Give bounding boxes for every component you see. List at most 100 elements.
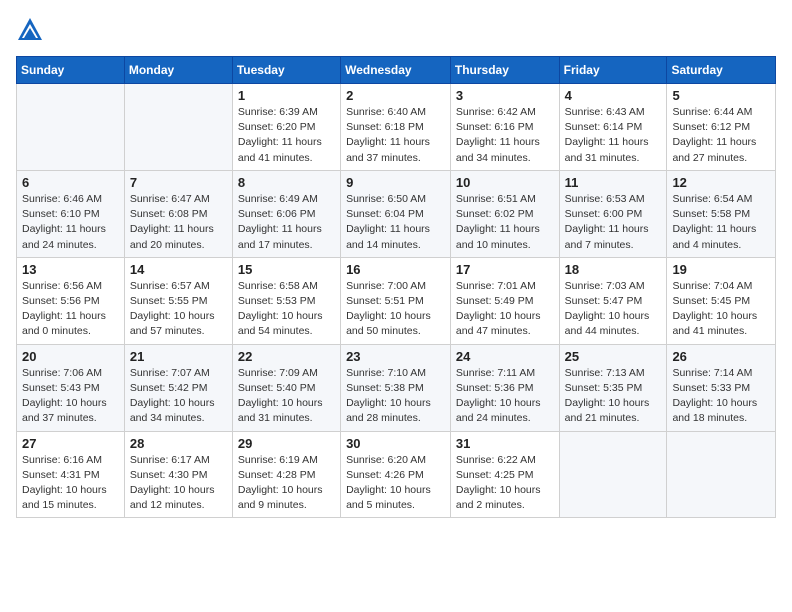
day-info: Sunrise: 6:42 AM Sunset: 6:16 PM Dayligh… (456, 105, 554, 166)
day-header-thursday: Thursday (450, 57, 559, 84)
day-cell: 6Sunrise: 6:46 AM Sunset: 6:10 PM Daylig… (17, 170, 125, 257)
day-header-wednesday: Wednesday (341, 57, 451, 84)
day-number: 21 (130, 349, 227, 364)
day-info: Sunrise: 6:20 AM Sunset: 4:26 PM Dayligh… (346, 453, 445, 514)
day-info: Sunrise: 6:51 AM Sunset: 6:02 PM Dayligh… (456, 192, 554, 253)
day-info: Sunrise: 7:01 AM Sunset: 5:49 PM Dayligh… (456, 279, 554, 340)
day-cell (17, 84, 125, 171)
day-info: Sunrise: 6:39 AM Sunset: 6:20 PM Dayligh… (238, 105, 335, 166)
day-cell: 2 Sunrise: 6:40 AM Sunset: 6:18 PM Daylig… (341, 84, 451, 171)
day-cell: 12 Sunrise: 6:54 AM Sunset: 5:58 PM Dayli… (667, 170, 776, 257)
day-number: 20 (22, 349, 119, 364)
day-cell: 5 Sunrise: 6:44 AM Sunset: 6:12 PM Daylig… (667, 84, 776, 171)
day-number: 12 (672, 175, 770, 190)
day-cell: 9 Sunrise: 6:50 AM Sunset: 6:04 PM Daylig… (341, 170, 451, 257)
day-header-sunday: Sunday (17, 57, 125, 84)
day-info: Sunrise: 6:47 AM Sunset: 6:08 PM Dayligh… (130, 192, 227, 253)
day-cell: 1 Sunrise: 6:39 AM Sunset: 6:20 PM Daylig… (232, 84, 340, 171)
day-cell (667, 431, 776, 518)
day-info: Sunrise: 7:11 AM Sunset: 5:36 PM Dayligh… (456, 366, 554, 427)
day-info: Sunrise: 6:40 AM Sunset: 6:18 PM Dayligh… (346, 105, 445, 166)
day-cell: 3 Sunrise: 6:42 AM Sunset: 6:16 PM Daylig… (450, 84, 559, 171)
day-number: 22 (238, 349, 335, 364)
day-cell: 13Sunrise: 6:56 AM Sunset: 5:56 PM Dayli… (17, 257, 125, 344)
day-info: Sunrise: 7:03 AM Sunset: 5:47 PM Dayligh… (565, 279, 662, 340)
day-number: 8 (238, 175, 335, 190)
day-cell: 26 Sunrise: 7:14 AM Sunset: 5:33 PM Dayli… (667, 344, 776, 431)
day-number: 10 (456, 175, 554, 190)
day-number: 5 (672, 88, 770, 103)
day-cell: 16Sunrise: 7:00 AM Sunset: 5:51 PM Dayli… (341, 257, 451, 344)
day-info: Sunrise: 6:53 AM Sunset: 6:00 PM Dayligh… (565, 192, 662, 253)
day-info: Sunrise: 6:22 AM Sunset: 4:25 PM Dayligh… (456, 453, 554, 514)
day-number: 1 (238, 88, 335, 103)
day-info: Sunrise: 6:19 AM Sunset: 4:28 PM Dayligh… (238, 453, 335, 514)
page-header (16, 16, 776, 44)
day-info: Sunrise: 7:14 AM Sunset: 5:33 PM Dayligh… (672, 366, 770, 427)
day-number: 29 (238, 436, 335, 451)
logo (16, 16, 48, 44)
day-number: 26 (672, 349, 770, 364)
day-cell: 14 Sunrise: 6:57 AM Sunset: 5:55 PM Dayli… (124, 257, 232, 344)
day-number: 3 (456, 88, 554, 103)
day-info: Sunrise: 6:58 AM Sunset: 5:53 PM Dayligh… (238, 279, 335, 340)
days-header-row: SundayMondayTuesdayWednesdayThursdayFrid… (17, 57, 776, 84)
day-info: Sunrise: 6:43 AM Sunset: 6:14 PM Dayligh… (565, 105, 662, 166)
day-info: Sunrise: 6:17 AM Sunset: 4:30 PM Dayligh… (130, 453, 227, 514)
week-row-2: 6Sunrise: 6:46 AM Sunset: 6:10 PM Daylig… (17, 170, 776, 257)
day-cell: 7 Sunrise: 6:47 AM Sunset: 6:08 PM Daylig… (124, 170, 232, 257)
day-number: 19 (672, 262, 770, 277)
day-cell: 15 Sunrise: 6:58 AM Sunset: 5:53 PM Dayli… (232, 257, 340, 344)
day-number: 4 (565, 88, 662, 103)
day-info: Sunrise: 6:54 AM Sunset: 5:58 PM Dayligh… (672, 192, 770, 253)
day-number: 9 (346, 175, 445, 190)
logo-icon (16, 16, 44, 44)
day-info: Sunrise: 7:00 AM Sunset: 5:51 PM Dayligh… (346, 279, 445, 340)
day-cell: 22 Sunrise: 7:09 AM Sunset: 5:40 PM Dayli… (232, 344, 340, 431)
day-number: 25 (565, 349, 662, 364)
day-cell: 28 Sunrise: 6:17 AM Sunset: 4:30 PM Dayli… (124, 431, 232, 518)
day-number: 27 (22, 436, 119, 451)
day-cell: 8 Sunrise: 6:49 AM Sunset: 6:06 PM Daylig… (232, 170, 340, 257)
day-number: 7 (130, 175, 227, 190)
day-cell: 21Sunrise: 7:07 AM Sunset: 5:42 PM Dayli… (124, 344, 232, 431)
day-cell: 23 Sunrise: 7:10 AM Sunset: 5:38 PM Dayli… (341, 344, 451, 431)
day-info: Sunrise: 6:50 AM Sunset: 6:04 PM Dayligh… (346, 192, 445, 253)
day-number: 30 (346, 436, 445, 451)
day-cell: 11Sunrise: 6:53 AM Sunset: 6:00 PM Dayli… (559, 170, 667, 257)
day-info: Sunrise: 7:10 AM Sunset: 5:38 PM Dayligh… (346, 366, 445, 427)
day-info: Sunrise: 6:44 AM Sunset: 6:12 PM Dayligh… (672, 105, 770, 166)
day-number: 31 (456, 436, 554, 451)
day-number: 14 (130, 262, 227, 277)
day-number: 2 (346, 88, 445, 103)
day-number: 15 (238, 262, 335, 277)
day-number: 23 (346, 349, 445, 364)
day-header-monday: Monday (124, 57, 232, 84)
day-number: 13 (22, 262, 119, 277)
day-cell: 18 Sunrise: 7:03 AM Sunset: 5:47 PM Dayli… (559, 257, 667, 344)
week-row-1: 1 Sunrise: 6:39 AM Sunset: 6:20 PM Daylig… (17, 84, 776, 171)
day-header-saturday: Saturday (667, 57, 776, 84)
day-info: Sunrise: 7:06 AM Sunset: 5:43 PM Dayligh… (22, 366, 119, 427)
day-cell: 19Sunrise: 7:04 AM Sunset: 5:45 PM Dayli… (667, 257, 776, 344)
day-info: Sunrise: 6:57 AM Sunset: 5:55 PM Dayligh… (130, 279, 227, 340)
day-cell: 10 Sunrise: 6:51 AM Sunset: 6:02 PM Dayli… (450, 170, 559, 257)
day-number: 28 (130, 436, 227, 451)
day-cell: 31 Sunrise: 6:22 AM Sunset: 4:25 PM Dayli… (450, 431, 559, 518)
day-cell: 17Sunrise: 7:01 AM Sunset: 5:49 PM Dayli… (450, 257, 559, 344)
day-number: 6 (22, 175, 119, 190)
day-info: Sunrise: 6:49 AM Sunset: 6:06 PM Dayligh… (238, 192, 335, 253)
day-info: Sunrise: 6:16 AM Sunset: 4:31 PM Dayligh… (22, 453, 119, 514)
day-header-tuesday: Tuesday (232, 57, 340, 84)
day-cell: 29 Sunrise: 6:19 AM Sunset: 4:28 PM Dayli… (232, 431, 340, 518)
day-info: Sunrise: 7:09 AM Sunset: 5:40 PM Dayligh… (238, 366, 335, 427)
day-cell: 24 Sunrise: 7:11 AM Sunset: 5:36 PM Dayli… (450, 344, 559, 431)
day-number: 18 (565, 262, 662, 277)
week-row-5: 27 Sunrise: 6:16 AM Sunset: 4:31 PM Dayli… (17, 431, 776, 518)
day-cell: 4 Sunrise: 6:43 AM Sunset: 6:14 PM Daylig… (559, 84, 667, 171)
day-number: 24 (456, 349, 554, 364)
day-cell: 25Sunrise: 7:13 AM Sunset: 5:35 PM Dayli… (559, 344, 667, 431)
day-cell (559, 431, 667, 518)
day-cell: 27 Sunrise: 6:16 AM Sunset: 4:31 PM Dayli… (17, 431, 125, 518)
day-cell: 20 Sunrise: 7:06 AM Sunset: 5:43 PM Dayli… (17, 344, 125, 431)
